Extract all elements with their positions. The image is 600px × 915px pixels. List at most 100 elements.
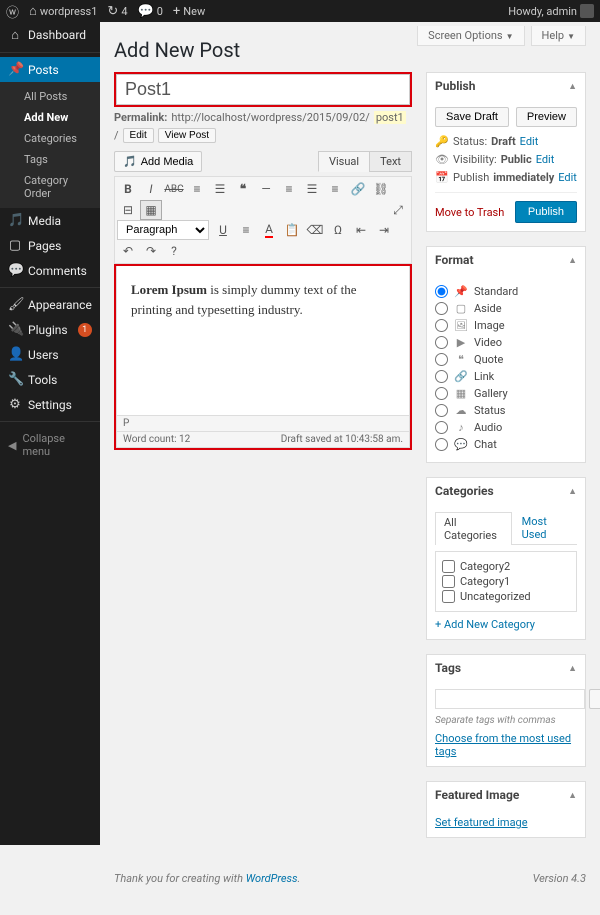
help-toggle[interactable]: Help▼ <box>531 26 586 46</box>
sub-add-new[interactable]: Add New <box>0 107 100 128</box>
toolbar-toggle-button[interactable]: ▦ <box>140 200 162 220</box>
tb-account[interactable]: Howdy, admin <box>508 4 594 18</box>
menu-tools[interactable]: 🔧Tools <box>0 367 100 392</box>
format-aside[interactable]: ▢Aside <box>435 301 577 315</box>
menu-dashboard[interactable]: ⌂Dashboard <box>0 22 100 48</box>
format-radio[interactable] <box>435 387 448 400</box>
screen-options-toggle[interactable]: Screen Options▼ <box>417 26 524 46</box>
quote-button[interactable]: ❝ <box>232 179 254 199</box>
undo-button[interactable]: ↶ <box>117 241 139 261</box>
tab-text[interactable]: Text <box>369 151 412 172</box>
menu-plugins[interactable]: 🔌Plugins1 <box>0 317 100 342</box>
ol-button[interactable]: ☰ <box>209 179 231 199</box>
format-chat[interactable]: 💬Chat <box>435 437 577 451</box>
set-featured-image-link[interactable]: Set featured image <box>435 816 528 829</box>
menu-media[interactable]: 🎵Media <box>0 208 100 233</box>
save-draft-button[interactable]: Save Draft <box>435 107 509 127</box>
category-checkbox[interactable] <box>442 590 455 603</box>
category-checkbox[interactable] <box>442 575 455 588</box>
move-to-trash-link[interactable]: Move to Trash <box>435 206 504 219</box>
italic-button[interactable]: I <box>140 179 162 199</box>
underline-button[interactable]: U <box>212 220 234 240</box>
edit-status-link[interactable]: Edit <box>520 135 539 148</box>
category-item[interactable]: Category2 <box>442 560 570 573</box>
menu-users[interactable]: 👤Users <box>0 342 100 367</box>
redo-button[interactable]: ↷ <box>140 241 162 261</box>
format-audio[interactable]: ♪Audio <box>435 420 577 434</box>
bold-button[interactable]: B <box>117 179 139 199</box>
sub-all-posts[interactable]: All Posts <box>0 86 100 107</box>
tb-site[interactable]: ⌂wordpress1 <box>29 3 97 19</box>
tab-visual[interactable]: Visual <box>318 151 370 172</box>
preview-button[interactable]: Preview <box>516 107 577 127</box>
category-item[interactable]: Uncategorized <box>442 590 570 603</box>
cat-tab-most-used[interactable]: Most Used <box>514 512 575 544</box>
ul-button[interactable]: ≡ <box>186 179 208 199</box>
justify-button[interactable]: ≡ <box>235 220 257 240</box>
categories-box-header[interactable]: Categories▲ <box>427 478 585 504</box>
footer-wp-link[interactable]: WordPress <box>246 872 298 885</box>
align-left-button[interactable]: ≡ <box>278 179 300 199</box>
tb-comments[interactable]: 💬0 <box>138 4 163 19</box>
edit-visibility-link[interactable]: Edit <box>536 153 555 166</box>
tb-updates[interactable]: ↻4 <box>107 4 127 19</box>
publish-button[interactable]: Publish <box>515 201 577 223</box>
format-radio[interactable] <box>435 336 448 349</box>
tags-box-header[interactable]: Tags▲ <box>427 655 585 681</box>
textcolor-button[interactable]: A <box>258 220 280 240</box>
add-tag-button[interactable]: Add <box>589 689 600 709</box>
clear-format-button[interactable]: ⌫ <box>304 220 326 240</box>
add-media-button[interactable]: 🎵Add Media <box>114 151 202 172</box>
edit-schedule-link[interactable]: Edit <box>558 171 577 184</box>
format-image[interactable]: 🖼Image <box>435 318 577 332</box>
format-box-header[interactable]: Format▲ <box>427 247 585 273</box>
featured-image-header[interactable]: Featured Image▲ <box>427 782 585 808</box>
tag-input[interactable] <box>435 689 585 709</box>
format-radio[interactable] <box>435 370 448 383</box>
paste-button[interactable]: 📋 <box>281 220 303 240</box>
menu-appearance[interactable]: 🖌Appearance <box>0 292 100 317</box>
tb-new[interactable]: +New <box>173 4 205 19</box>
more-button[interactable]: ⊟ <box>117 200 139 220</box>
align-right-button[interactable]: ≡ <box>324 179 346 199</box>
format-link[interactable]: 🔗Link <box>435 369 577 383</box>
link-button[interactable]: 🔗 <box>347 179 369 199</box>
strike-button[interactable]: ABC <box>163 179 185 199</box>
format-radio[interactable] <box>435 353 448 366</box>
collapse-menu[interactable]: ◀Collapse menu <box>0 426 100 464</box>
hr-button[interactable]: — <box>255 179 277 199</box>
format-radio[interactable] <box>435 404 448 417</box>
keyboard-help-button[interactable]: ? <box>163 241 185 261</box>
fullscreen-button[interactable]: ⤢ <box>387 200 409 220</box>
category-checkbox[interactable] <box>442 560 455 573</box>
indent-button[interactable]: ⇥ <box>373 220 395 240</box>
format-radio[interactable] <box>435 285 448 298</box>
format-status[interactable]: ☁Status <box>435 403 577 417</box>
menu-comments[interactable]: 💬Comments <box>0 258 100 283</box>
cat-tab-all[interactable]: All Categories <box>435 512 512 545</box>
format-radio[interactable] <box>435 302 448 315</box>
format-radio[interactable] <box>435 319 448 332</box>
menu-settings[interactable]: ⚙Settings <box>0 392 100 417</box>
publish-box-header[interactable]: Publish▲ <box>427 73 585 99</box>
format-standard[interactable]: 📌Standard <box>435 284 577 298</box>
format-video[interactable]: ▶Video <box>435 335 577 349</box>
sub-cat-order[interactable]: Category Order <box>0 170 100 204</box>
menu-pages[interactable]: ▢Pages <box>0 233 100 258</box>
category-item[interactable]: Category1 <box>442 575 570 588</box>
post-title-input[interactable] <box>116 74 410 105</box>
outdent-button[interactable]: ⇤ <box>350 220 372 240</box>
paragraph-select[interactable]: Paragraph <box>117 220 209 240</box>
unlink-button[interactable]: ⛓ <box>370 179 392 199</box>
sub-tags[interactable]: Tags <box>0 149 100 170</box>
format-radio[interactable] <box>435 438 448 451</box>
view-post-button[interactable]: View Post <box>158 128 216 143</box>
format-radio[interactable] <box>435 421 448 434</box>
special-char-button[interactable]: Ω <box>327 220 349 240</box>
permalink-edit-button[interactable]: Edit <box>123 128 154 143</box>
sub-categories[interactable]: Categories <box>0 128 100 149</box>
format-quote[interactable]: ❝Quote <box>435 352 577 366</box>
menu-posts[interactable]: 📌Posts <box>0 57 100 82</box>
choose-tags-link[interactable]: Choose from the most used tags <box>435 732 571 758</box>
format-gallery[interactable]: ▦Gallery <box>435 386 577 400</box>
